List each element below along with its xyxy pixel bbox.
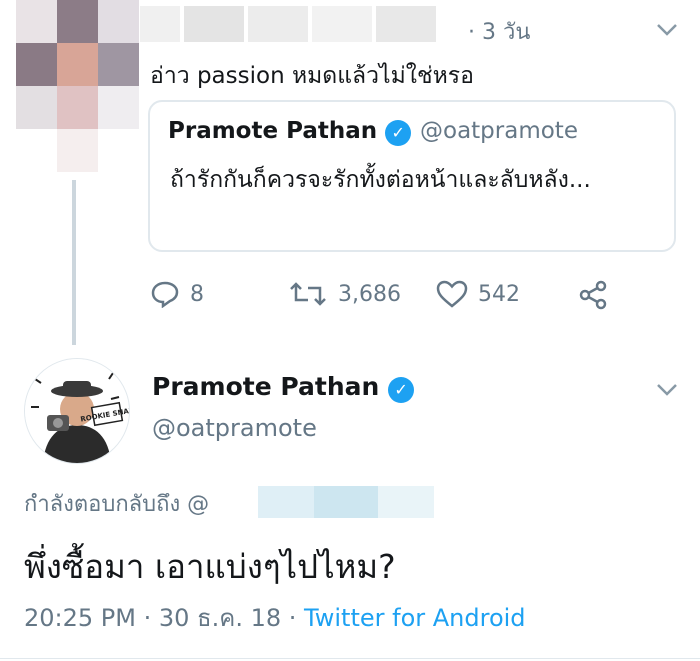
author-handle[interactable]: @oatpramote — [152, 414, 317, 442]
replying-to-label: กำลังตอบกลับถึง @ — [24, 486, 209, 521]
main-tweet-text: พึ่งซื้อมา เอาแบ่งๆไปไหม? — [24, 547, 396, 586]
chevron-down-icon[interactable] — [656, 378, 678, 402]
retweet-button[interactable]: 3,686 — [288, 280, 401, 308]
retweet-count: 3,686 — [338, 281, 401, 307]
quoted-author-handle[interactable]: @oatpramote — [420, 118, 578, 144]
divider — [0, 658, 700, 659]
reply-timestamp[interactable]: · 3 วัน — [468, 14, 530, 49]
like-count: 542 — [478, 281, 520, 307]
quoted-tweet-text: ถ้ารักกันก็ควรจะรักทั้งต่อหน้าและลับหลัง… — [170, 167, 591, 193]
tweet-source-link[interactable]: Twitter for Android — [304, 604, 525, 632]
share-button[interactable] — [578, 280, 608, 310]
replying-to-text: กำลังตอบกลับถึง @ — [24, 492, 210, 517]
blurred-username — [140, 0, 460, 50]
reply-button[interactable]: 8 — [150, 280, 204, 308]
chevron-down-icon[interactable] — [656, 18, 678, 42]
verified-badge-icon: ✓ — [388, 377, 415, 403]
share-icon — [579, 280, 607, 310]
tweet-meta: 20:25 PM · 30 ธ.ค. 18 · Twitter for Andr… — [24, 598, 526, 637]
like-button[interactable]: 542 — [436, 280, 520, 308]
quoted-author-name[interactable]: Pramote Pathan ✓ — [168, 118, 412, 146]
tweet-timestamp[interactable]: 20:25 PM · 30 ธ.ค. 18 · — [24, 604, 304, 632]
verified-badge-icon: ✓ — [385, 120, 412, 146]
reply-count: 8 — [190, 281, 204, 307]
author-name[interactable]: Pramote Pathan ✓ — [152, 372, 415, 403]
author-avatar[interactable]: ROOKIE SNAP — [24, 358, 130, 464]
blurred-avatar[interactable] — [16, 0, 139, 214]
reply-icon — [151, 281, 179, 308]
author-name-text: Pramote Pathan — [152, 372, 380, 401]
heart-icon — [436, 280, 468, 308]
quoted-name-text: Pramote Pathan — [168, 118, 378, 144]
thread-connector — [72, 180, 76, 345]
retweet-icon — [290, 282, 326, 306]
reply-tweet-text: อ่าว passion หมดแล้วไม่ใช่หรอ — [150, 63, 474, 89]
blurred-mention[interactable] — [258, 486, 434, 518]
